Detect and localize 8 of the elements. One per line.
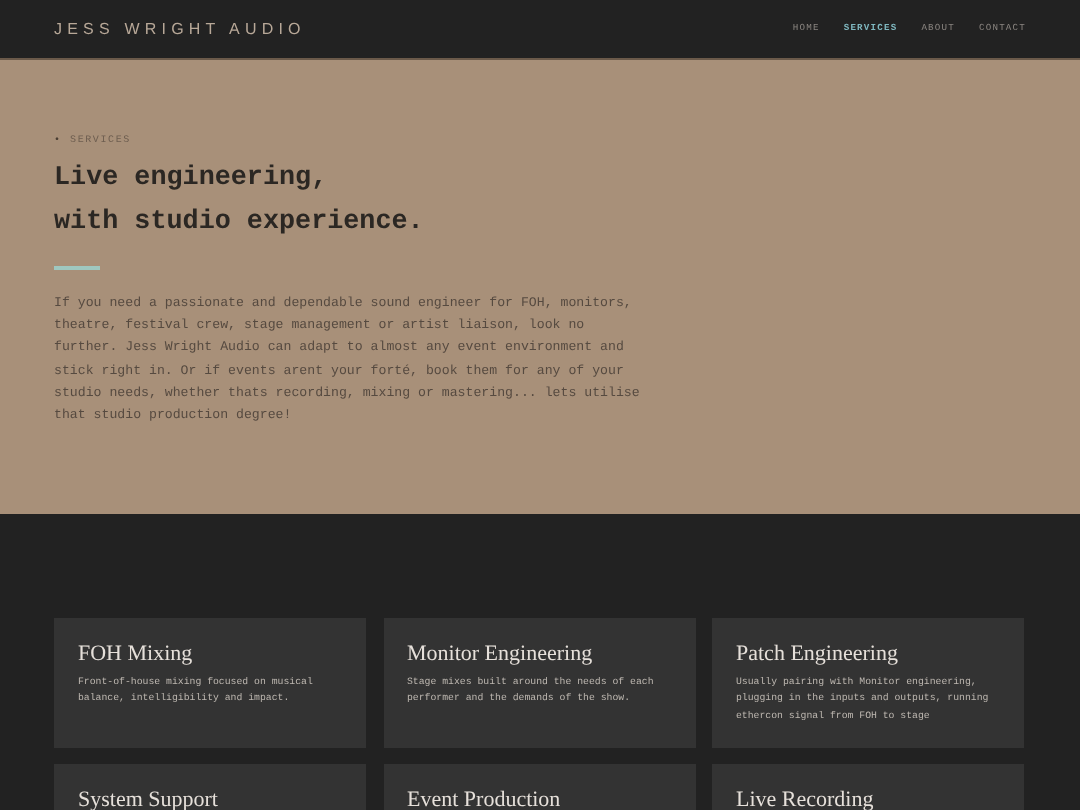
site-logo[interactable]: JESS WRIGHT AUDIO [54, 20, 306, 38]
card-title: Event Production [407, 788, 563, 810]
card-title: System Support [78, 788, 220, 810]
card-title: Patch Engineering [736, 642, 900, 666]
hero-heading: Live engineering, with studio experience. [54, 162, 426, 242]
card-title: Monitor Engineering [407, 642, 595, 666]
card-title: Live Recording [736, 788, 876, 810]
card-title: FOH Mixing [78, 642, 195, 666]
